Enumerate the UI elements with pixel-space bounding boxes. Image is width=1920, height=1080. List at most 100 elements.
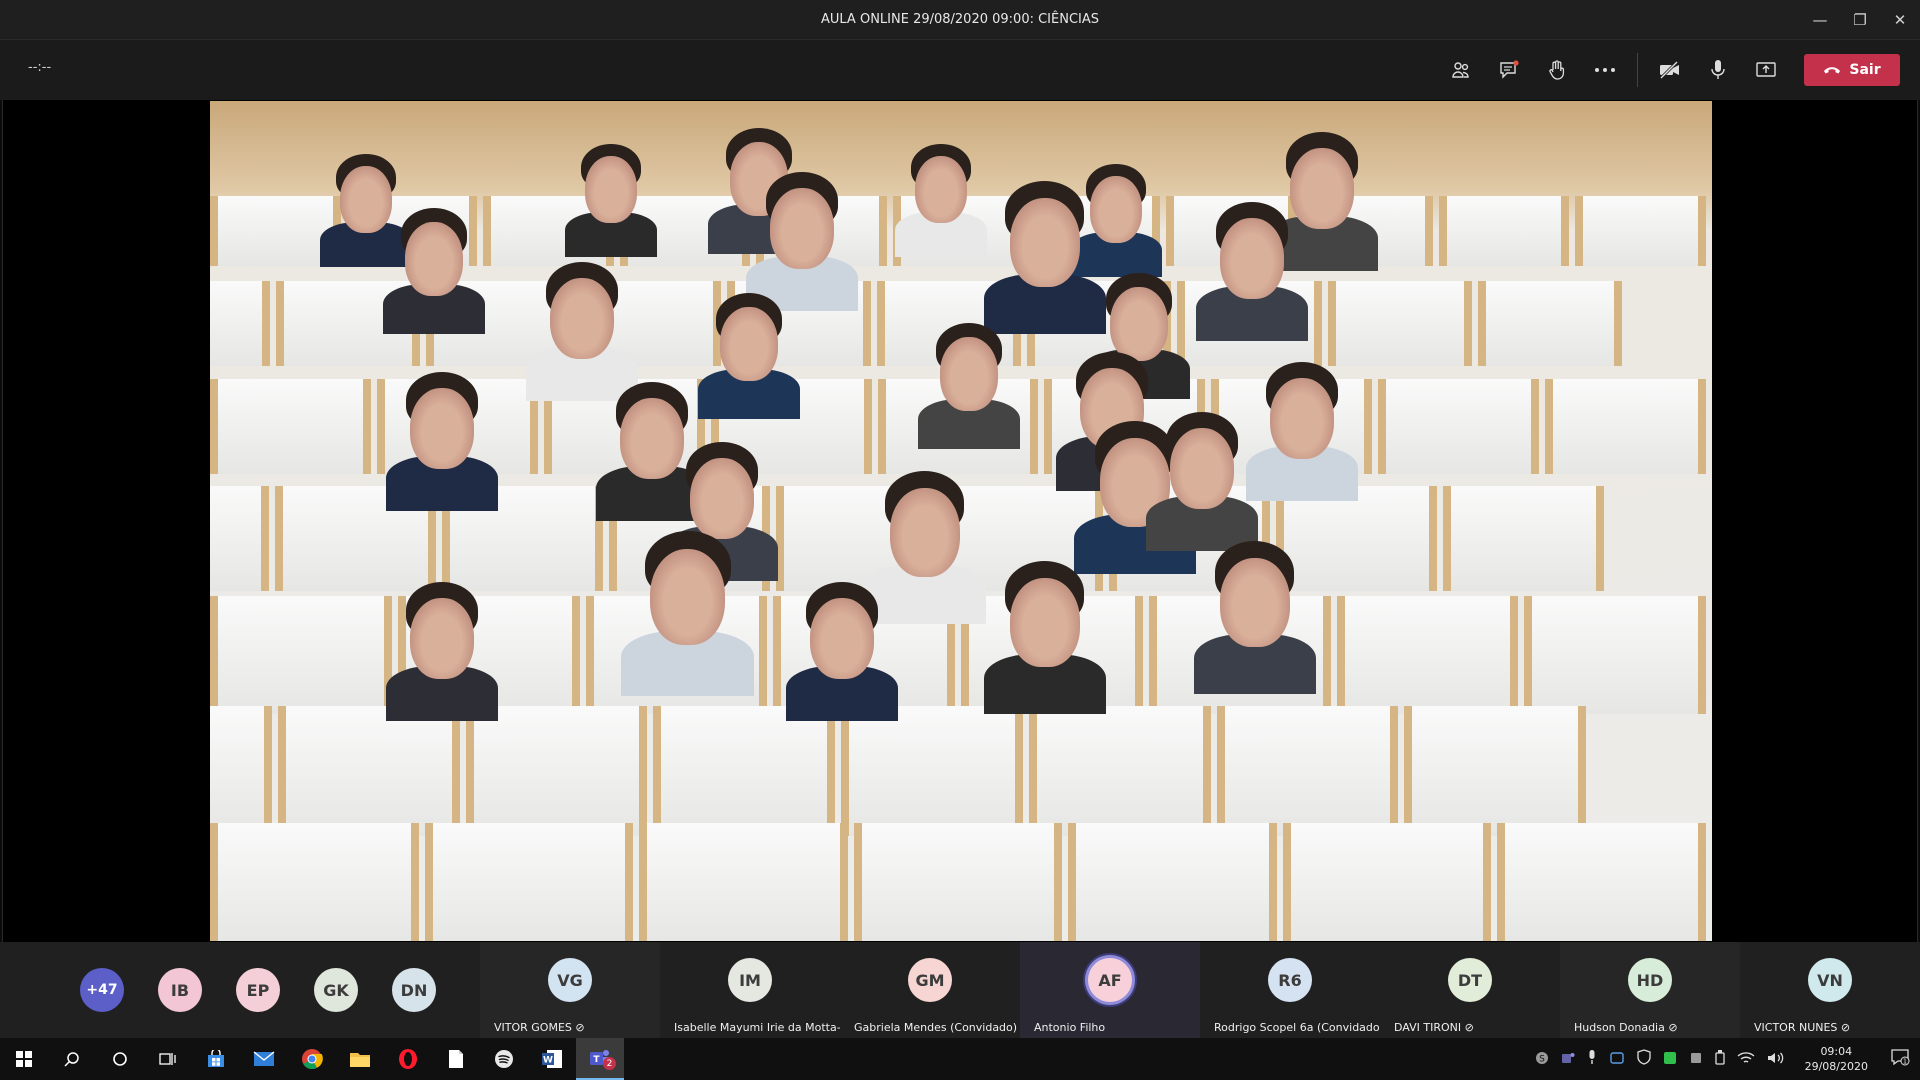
microphone-icon[interactable] [1694,51,1742,89]
participant-tile[interactable]: HD Hudson Donadia ⊘ [1560,942,1740,1038]
leave-button[interactable]: Sair [1804,54,1900,86]
auditorium-seat [1404,706,1586,836]
auditorium-seat [210,486,269,591]
window-title: AULA ONLINE 29/08/2020 09:00: CIÊNCIAS [820,12,1100,27]
auditorium-seat [1336,596,1519,714]
participant-name: Isabelle Mayumi Irie da Motta-I [674,1021,840,1034]
participant-pile: +47 IB EP GK DN [0,942,480,1038]
notifications-icon[interactable]: 1 [1890,1048,1910,1070]
svg-text:T: T [593,1055,600,1065]
avatar[interactable]: EP [236,968,280,1012]
chrome-icon[interactable] [288,1038,336,1080]
avatar: HD [1628,958,1672,1002]
overflow-count-badge[interactable]: +47 [80,968,124,1012]
meeting-controls: Sair [1437,51,1900,89]
participant-tile[interactable]: GM Gabriela Mendes (Convidado) [840,942,1020,1038]
auditorium-seat [210,596,392,714]
toolbar-separator [1637,53,1638,87]
auditorium-seat [424,823,634,941]
teams-icon[interactable]: T 2 [576,1038,624,1080]
wifi-icon[interactable] [1737,1050,1755,1069]
clock-time: 09:04 [1820,1045,1853,1058]
system-clock[interactable]: 09:04 29/08/2020 [1805,1044,1868,1074]
participant-name: VITOR GOMES [494,1021,572,1034]
avatar[interactable]: IB [158,968,202,1012]
minimize-icon[interactable]: — [1800,0,1840,40]
teams-badge: 2 [603,1057,616,1070]
participant-tile[interactable]: IM Isabelle Mayumi Irie da Motta-I [660,942,840,1038]
cortana-icon[interactable] [96,1038,144,1080]
auditorium-seat [1028,706,1211,836]
participant-tile[interactable]: DT DAVI TIRONI ⊘ [1380,942,1560,1038]
auditorium-seat [1545,379,1707,474]
search-icon[interactable] [48,1038,96,1080]
teams-tray-icon[interactable] [1561,1050,1575,1069]
mic-off-icon: ⊘ [575,1021,585,1034]
auditorium-seat [639,823,848,941]
avatar[interactable]: GK [314,968,358,1012]
auditorium-seat [1497,823,1707,941]
mail-icon[interactable] [240,1038,288,1080]
auditorium-seat [1282,823,1492,941]
participant-tile-speaking[interactable]: AF Antonio Filho [1020,942,1200,1038]
meeting-toolbar: --:-- Sair [0,40,1920,100]
participant-tile[interactable]: VG VITOR GOMES ⊘ [480,942,660,1038]
share-screen-icon[interactable] [1742,51,1790,89]
green-app-icon[interactable] [1663,1050,1677,1069]
system-tray: S 09:04 29/08/2020 1 [1535,1038,1920,1080]
task-view-icon[interactable] [144,1038,192,1080]
clock-date: 29/08/2020 [1804,1060,1868,1073]
auditorium-seat [1068,823,1277,941]
participant-name: Rodrigo Scopel 6a (Convidado) [1214,1021,1380,1034]
file-explorer-icon[interactable] [336,1038,384,1080]
skype-icon[interactable]: S [1535,1050,1549,1069]
auditorium-seat [841,706,1023,836]
avatar: R6 [1268,958,1312,1002]
window-titlebar: AULA ONLINE 29/08/2020 09:00: CIÊNCIAS —… [0,0,1920,40]
svg-text:1: 1 [1903,1058,1907,1066]
auditorium-seat [465,706,648,836]
onedrive-icon[interactable] [1609,1050,1625,1069]
store-icon[interactable] [192,1038,240,1080]
word-icon[interactable]: W [528,1038,576,1080]
mic-off-icon: ⊘ [1464,1021,1474,1034]
auditorium-seat [1438,196,1570,266]
participant-tile[interactable]: R6 Rodrigo Scopel 6a (Convidado) [1200,942,1380,1038]
auditorium-seat [1327,281,1472,366]
security-shield-icon[interactable] [1636,1049,1651,1069]
auditorium-seat [210,281,271,366]
participant-tile[interactable]: VN VICTOR NUNES ⊘ [1740,942,1920,1038]
restore-icon[interactable]: ❐ [1840,0,1880,40]
auditorium-seat [853,823,1063,941]
microphone-tray-icon[interactable] [1587,1049,1597,1069]
auditorium-seat [277,706,460,836]
camera-off-icon[interactable] [1646,51,1694,89]
participant-name: Antonio Filho [1034,1021,1106,1034]
participant-strip: +47 IB EP GK DN VG VITOR GOMES ⊘ IM Isab… [0,942,1920,1038]
svg-text:W: W [543,1056,553,1066]
participant-name: VICTOR NUNES [1754,1021,1838,1034]
auditorium-seat [210,823,419,941]
auditorium-seat [653,706,835,836]
participants-icon[interactable] [1437,51,1485,89]
device-icon[interactable] [1689,1050,1703,1069]
hang-up-icon [1824,67,1841,74]
notepad-icon[interactable] [432,1038,480,1080]
volume-icon[interactable] [1767,1050,1785,1069]
more-options-icon[interactable] [1581,51,1629,89]
avatar[interactable]: DN [392,968,436,1012]
opera-icon[interactable] [384,1038,432,1080]
windows-start-icon[interactable] [0,1038,48,1080]
usb-icon[interactable] [1714,1049,1725,1069]
raise-hand-icon[interactable] [1533,51,1581,89]
close-icon[interactable]: ✕ [1880,0,1920,40]
seat-row-7 [210,823,1712,941]
auditorium-seat [210,379,371,474]
avatar: DT [1448,958,1492,1002]
participant-name: Hudson Donadia [1574,1021,1665,1034]
window-controls: — ❐ ✕ [1800,0,1920,40]
chat-icon[interactable] [1485,51,1533,89]
avatar: VN [1808,958,1852,1002]
auditorium-seat [1443,486,1605,591]
spotify-icon[interactable] [480,1038,528,1080]
